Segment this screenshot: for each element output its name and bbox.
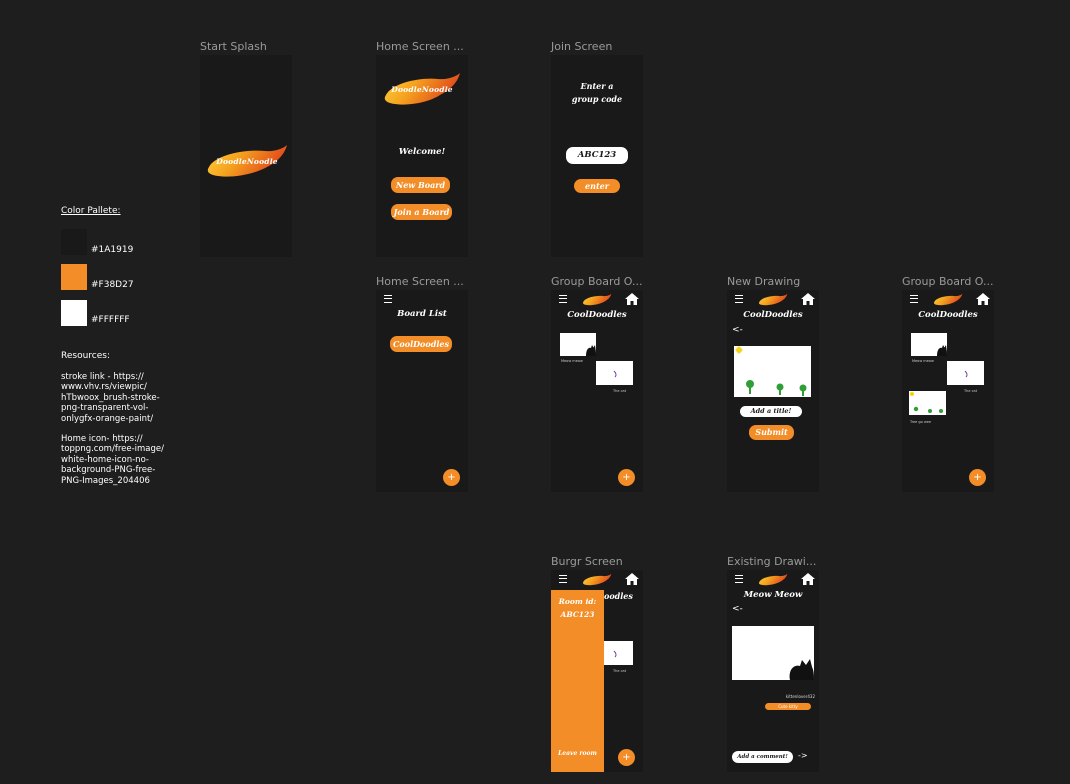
home-icon[interactable] [625, 573, 639, 585]
frame-label-join: Join Screen [551, 40, 613, 53]
resources-title: Resources: [61, 351, 110, 361]
frame-label-home1: Home Screen ... [376, 40, 464, 53]
board-list-frame[interactable]: Board List CoolDoodles + [376, 290, 468, 492]
doodlenoodle-logo: DoodleNoodle [205, 143, 289, 181]
author-name: kittenlover432 [785, 694, 815, 699]
group-board-updated-frame[interactable]: CoolDoodles Meow meow The cat Tree go we… [902, 290, 994, 492]
home-icon[interactable] [976, 293, 990, 305]
home-screen-frame[interactable]: DoodleNoodle Welcome! New Board Join a B… [376, 55, 468, 257]
drawing-thumbnail-cat2[interactable] [603, 641, 633, 665]
side-drawer[interactable]: Room id: ABC123 Leave room [551, 590, 604, 772]
hamburger-menu-icon[interactable] [735, 575, 743, 583]
send-arrow[interactable]: -> [798, 751, 808, 760]
doodlenoodle-logo-small [582, 292, 612, 306]
board-list-title: Board List [397, 309, 447, 319]
thumbnail-caption: The cat [613, 669, 627, 673]
submit-button[interactable]: Submit [749, 425, 794, 440]
frame-label-group-board2: Group Board O... [902, 275, 994, 288]
drawing-thumbnail-trees[interactable] [909, 391, 946, 415]
home-icon[interactable] [625, 293, 639, 305]
enter-button[interactable]: enter [574, 179, 620, 193]
start-splash-frame[interactable]: DoodleNoodle [200, 55, 292, 257]
leave-room-button[interactable]: Leave room [551, 750, 604, 757]
add-drawing-button[interactable]: + [618, 749, 635, 766]
prompt-line-1: Enter a [580, 81, 614, 91]
home-icon[interactable] [801, 573, 815, 585]
board-title: CoolDoodles [918, 310, 978, 320]
swatch-white [61, 300, 87, 326]
hamburger-menu-icon[interactable] [735, 295, 743, 303]
swatch-dark [61, 229, 87, 255]
palette-title: Color Pallete: [61, 206, 121, 216]
join-screen-frame[interactable]: Enter a group code ABC123 enter [551, 55, 643, 257]
drawing-thumbnail-cat2[interactable] [947, 361, 984, 385]
hamburger-menu-icon[interactable] [559, 575, 567, 583]
doodlenoodle-logo-small [758, 292, 788, 306]
new-board-button[interactable]: New Board [391, 177, 450, 193]
drawing-thumbnail-cat[interactable] [911, 333, 947, 356]
hamburger-menu-icon[interactable] [559, 295, 567, 303]
comment-input[interactable]: Add a comment! [732, 751, 793, 763]
board-title: CoolDoodles [743, 310, 803, 320]
drawing-title: Meow Meow [743, 590, 803, 600]
hamburger-menu-icon[interactable] [910, 295, 918, 303]
home-icon[interactable] [801, 293, 815, 305]
new-drawing-frame[interactable]: CoolDoodles <- Add a title! Submit [727, 290, 819, 492]
welcome-text: Welcome! [398, 147, 446, 157]
burger-screen-frame[interactable]: oodles The cat Room id: ABC123 Leave roo… [551, 570, 643, 772]
back-arrow[interactable]: <- [732, 604, 743, 614]
logo-text: DoodleNoodle [216, 157, 278, 167]
stroke-link-text: stroke link - https://www.vhv.rs/viewpic… [61, 372, 160, 424]
thumbnail-caption: Meow meow [561, 359, 583, 363]
logo-text: DoodleNoodle [391, 85, 453, 95]
doodlenoodle-logo-small [582, 572, 612, 586]
back-arrow[interactable]: <- [732, 325, 743, 335]
frame-label-group-board1: Group Board O... [551, 275, 643, 288]
swatch-label: #FFFFFF [91, 315, 130, 325]
doodlenoodle-logo-small [933, 292, 963, 306]
group-board-frame[interactable]: CoolDoodles Meow meow The cat + [551, 290, 643, 492]
prompt-line-2: group code [571, 94, 623, 104]
frame-label-burger: Burgr Screen [551, 555, 623, 568]
thumbnail-caption: Meow meow [912, 359, 934, 363]
board-title: CoolDoodles [567, 310, 627, 320]
thumbnail-caption: The cat [964, 389, 978, 393]
doodlenoodle-logo: DoodleNoodle [382, 71, 462, 109]
home-icon-link-text: Home icon- https://toppng.com/free-image… [61, 434, 164, 486]
drawing-thumbnail-cat[interactable] [560, 333, 596, 356]
hamburger-menu-icon[interactable] [384, 295, 392, 303]
frame-label-existing: Existing Drawi... [727, 555, 817, 568]
frame-label-home2: Home Screen ... [376, 275, 464, 288]
room-id-value: ABC123 [560, 610, 595, 619]
swatch-orange [61, 264, 87, 290]
frame-label-start-splash: Start Splash [200, 40, 267, 53]
drawing-canvas[interactable] [734, 346, 811, 397]
drawing-thumbnail-cat2[interactable] [596, 361, 633, 385]
existing-drawing-frame[interactable]: Meow Meow <- kittenlover432 Cute kitty A… [727, 570, 819, 772]
join-board-button[interactable]: Join a Board [391, 204, 452, 220]
swatch-label: #1A1919 [91, 245, 134, 255]
board-item-cooldoodles[interactable]: CoolDoodles [390, 336, 452, 352]
title-input[interactable]: Add a title! [740, 406, 802, 417]
room-id-label: Room id: [558, 597, 597, 606]
swatch-label: #F38D27 [91, 280, 134, 290]
drawing-view [732, 626, 814, 680]
comment-bubble: Cute kitty [765, 703, 811, 710]
add-board-button[interactable]: + [443, 469, 460, 486]
frame-label-new-drawing: New Drawing [727, 275, 801, 288]
add-drawing-button[interactable]: + [969, 469, 986, 486]
group-code-input[interactable]: ABC123 [566, 147, 628, 164]
board-title-partial: oodles [604, 591, 633, 601]
doodlenoodle-logo-small [758, 572, 788, 586]
thumbnail-caption: The cat [613, 389, 627, 393]
add-drawing-button[interactable]: + [618, 469, 635, 486]
thumbnail-caption: Tree go wee [910, 420, 932, 424]
